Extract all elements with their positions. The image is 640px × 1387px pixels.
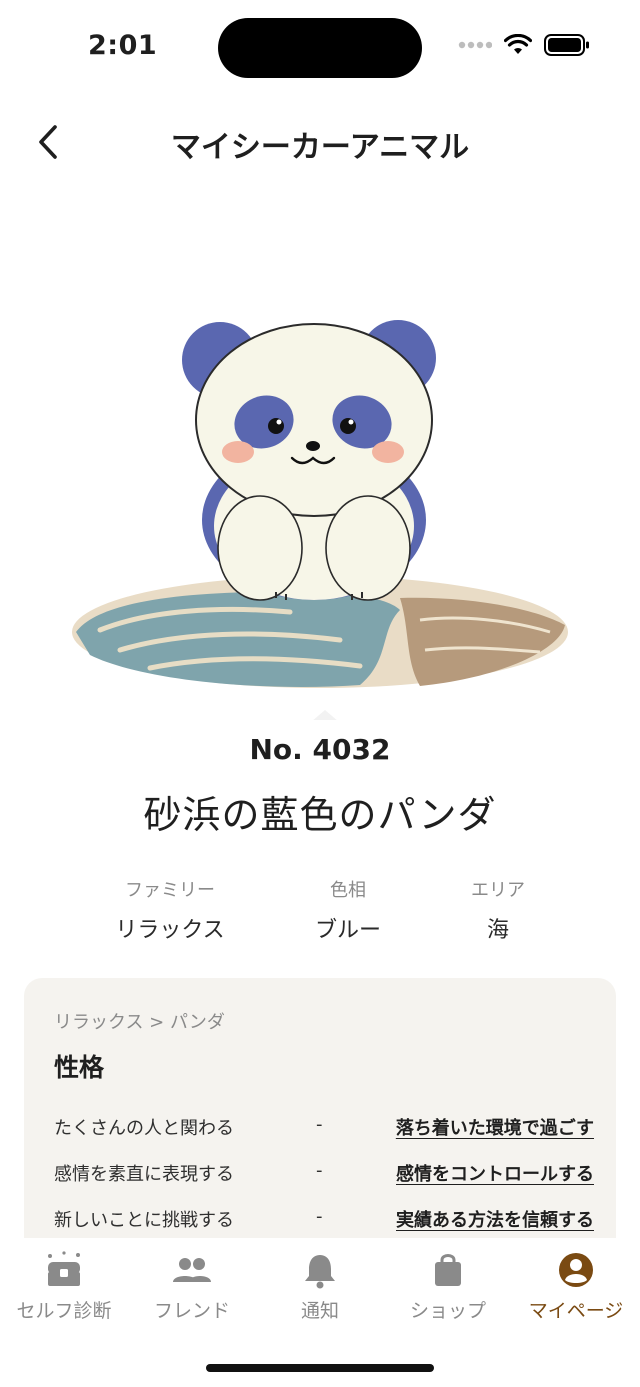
tab-my-page[interactable]: マイページ [512, 1248, 640, 1328]
tab-friends[interactable]: フレンド [128, 1248, 256, 1328]
tab-label: 通知 [300, 1300, 339, 1322]
tab-bar: セルフ診断 フレンド 通知 ショップ マイページ [0, 1238, 640, 1387]
trait-row: たくさんの人と関わる - 落ち着いた環境で過ごす [54, 1114, 594, 1144]
dynamic-island [218, 18, 422, 78]
trait-left: 感情を素直に表現する [54, 1164, 234, 1185]
trait-right: 感情をコントロールする [396, 1164, 594, 1185]
tab-label: セルフ診断 [16, 1300, 112, 1322]
animal-number: No. 4032 [249, 733, 391, 766]
wifi-icon [504, 34, 532, 54]
attribute-label: ファミリー [125, 880, 215, 901]
page-title: マイシーカーアニマル [170, 130, 470, 165]
trait-right: 実績ある方法を信頼する [396, 1210, 594, 1231]
attributes: ファミリー リラックス 色相 ブルー エリア 海 [0, 876, 640, 946]
trait-separator: - [316, 1206, 323, 1227]
attribute-family: ファミリー リラックス [80, 876, 260, 944]
trait-left: 新しいことに挑戦する [54, 1210, 234, 1231]
status-icons [458, 34, 590, 56]
attribute-label: エリア [471, 880, 525, 901]
section-title: 性格 [54, 1053, 105, 1082]
home-indicator [206, 1364, 434, 1372]
nav-header: マイシーカーアニマル [0, 100, 640, 184]
tab-notifications[interactable]: 通知 [256, 1248, 384, 1328]
animal-illustration [60, 300, 580, 740]
attribute-value: 海 [486, 918, 509, 943]
trait-separator: - [316, 1160, 323, 1181]
tab-label: ショップ [409, 1300, 486, 1322]
trait-row: 感情を素直に表現する - 感情をコントロールする [54, 1160, 594, 1190]
status-time: 2:01 [88, 30, 158, 61]
shopping-bag-icon [384, 1250, 512, 1290]
tab-shop[interactable]: ショップ [384, 1248, 512, 1328]
people-icon [128, 1250, 256, 1290]
trait-separator: - [316, 1114, 323, 1135]
trait-row: 新しいことに挑戦する - 実績ある方法を信頼する [54, 1206, 594, 1236]
bell-icon [256, 1250, 384, 1290]
battery-icon [544, 34, 589, 56]
user-circle-icon [512, 1250, 640, 1290]
trait-left: たくさんの人と関わる [54, 1118, 234, 1139]
attribute-area: エリア 海 [408, 876, 588, 944]
treasure-chest-icon [0, 1250, 128, 1290]
signal-icon [458, 41, 492, 49]
trait-right: 落ち着いた環境で過ごす [395, 1118, 594, 1139]
status-bar: 2:01 [0, 0, 640, 96]
breadcrumb: リラックス > パンダ [54, 1012, 225, 1033]
attribute-value: リラックス [115, 918, 225, 943]
animal-name: 砂浜の藍色のパンダ [143, 793, 497, 837]
tab-label: マイページ [528, 1300, 624, 1322]
tab-self-diagnosis[interactable]: セルフ診断 [0, 1248, 128, 1328]
tab-label: フレンド [153, 1300, 230, 1322]
personality-card: リラックス > パンダ 性格 たくさんの人と関わる - 落ち着いた環境で過ごす … [24, 978, 616, 1278]
